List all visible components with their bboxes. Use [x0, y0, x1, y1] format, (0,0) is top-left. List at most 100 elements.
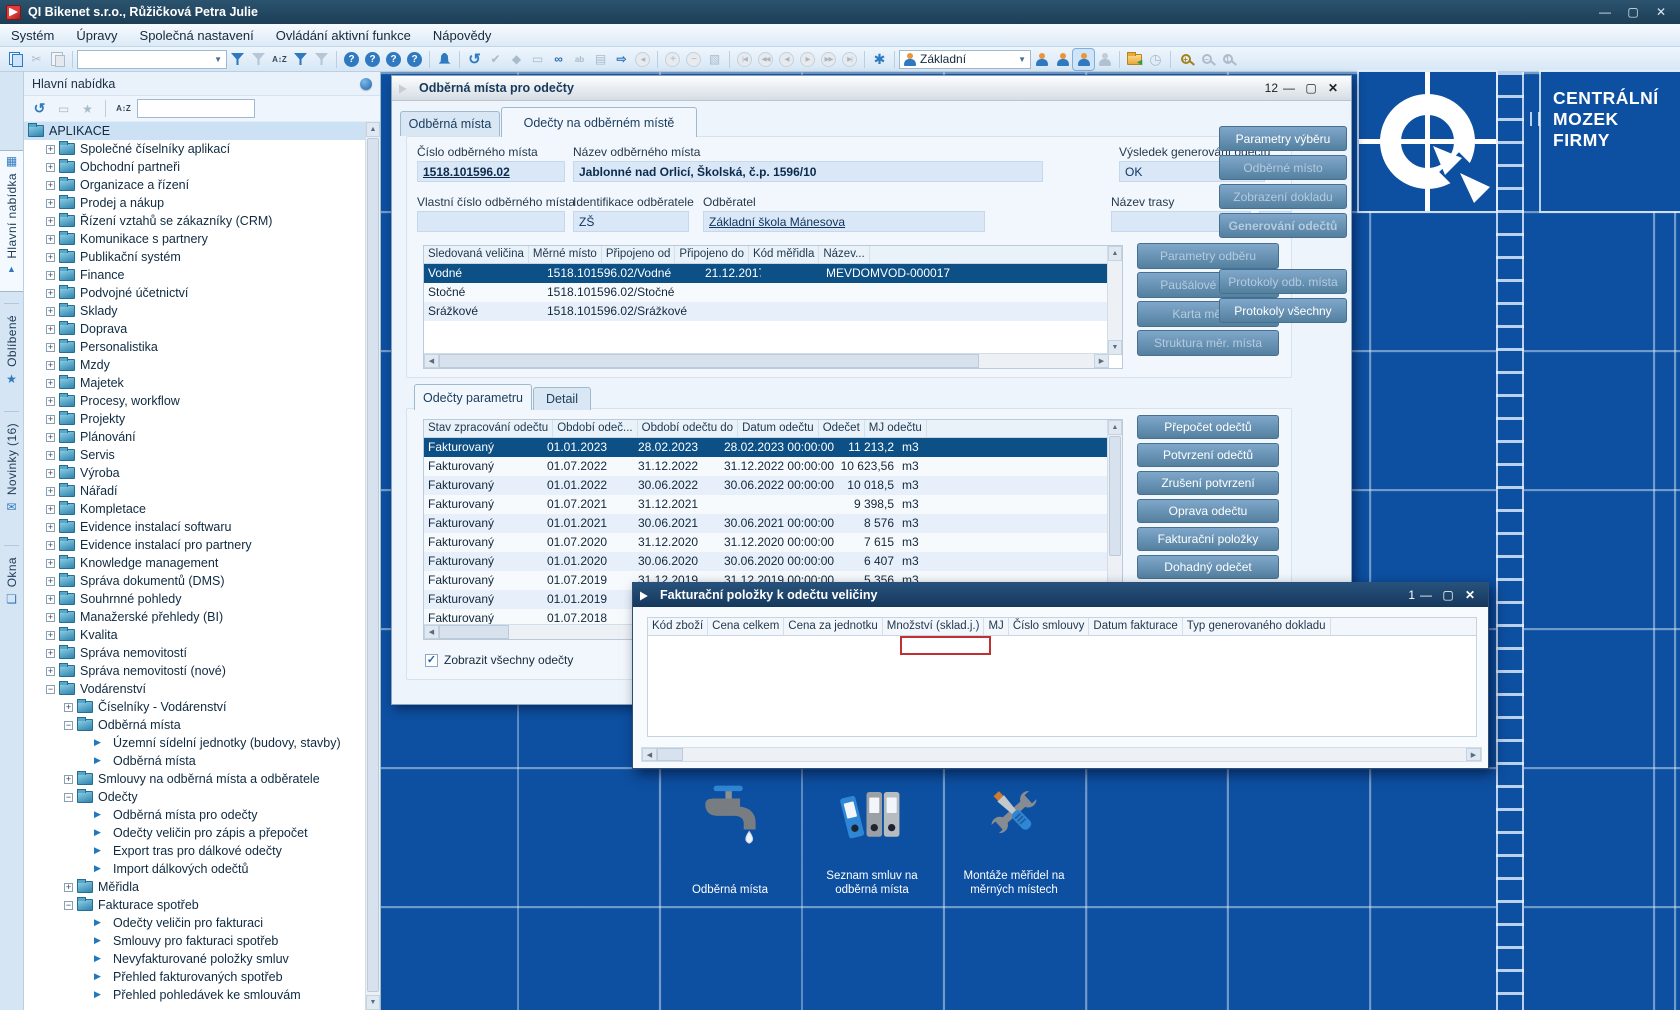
tree-item[interactable]: Podvojné účetnictví	[24, 284, 366, 302]
tree-item[interactable]: Správa dokumentů (DMS)	[24, 572, 366, 590]
button[interactable]: Generování odečtů	[1219, 213, 1347, 238]
zoom-in-icon[interactable]: +	[1175, 49, 1196, 70]
tree-item[interactable]: Majetek	[24, 374, 366, 392]
button[interactable]: Potvrzení odečtů	[1137, 443, 1279, 467]
button[interactable]: Struktura měr. místa	[1137, 330, 1279, 356]
tree-item[interactable]: Knowledge management	[24, 554, 366, 572]
app-minimize-button[interactable]: —	[1592, 5, 1618, 19]
tree-item[interactable]: Odběrná místa	[24, 716, 366, 734]
window-close-button[interactable]: ✕	[1322, 81, 1344, 95]
print-icon[interactable]: ▤	[590, 49, 611, 70]
app-close-button[interactable]: ✕	[1648, 5, 1674, 19]
tree-item[interactable]: Procesy, workflow	[24, 392, 366, 410]
tree-item[interactable]: Export tras pro dálkové odečty	[24, 842, 366, 860]
scroll-up-icon[interactable]: ▲	[1108, 420, 1122, 435]
copy-icon[interactable]	[5, 49, 26, 70]
table-row[interactable]: Fakturovaný01.01.202328.02.2023 28.02.20…	[424, 438, 1107, 457]
tree-toggle-icon[interactable]	[46, 181, 55, 190]
tree-toggle-icon[interactable]	[82, 973, 88, 982]
tree-toggle-icon[interactable]	[64, 901, 73, 910]
user-disabled-icon[interactable]	[1094, 49, 1115, 70]
replace-icon[interactable]: ab	[569, 49, 590, 70]
sidebar-tab-novinky[interactable]: Novinky (16) ✉	[0, 420, 23, 536]
dialog-close-button[interactable]: ✕	[1459, 588, 1481, 602]
scroll-left-icon[interactable]: ◀	[424, 625, 439, 639]
nazev-odberneho-mista-field[interactable]: Jablonné nad Orlicí, Školská, č.p. 1596/…	[573, 161, 1043, 182]
tree-toggle-icon[interactable]	[46, 451, 55, 460]
tree-toggle-icon[interactable]	[46, 505, 55, 514]
table-row[interactable]: Srážkové1518.101596.02/Srážkové	[424, 302, 1107, 321]
menu-item[interactable]: Ovládání aktivní funkce	[265, 25, 422, 46]
tree-toggle-icon[interactable]	[64, 721, 73, 730]
table-row[interactable]: Vodné1518.101596.02/Vodné21.12.2017 MEVD…	[424, 264, 1107, 283]
button[interactable]: Odběrné místo	[1219, 155, 1347, 180]
tree-toggle-icon[interactable]	[82, 829, 88, 838]
user-help-icon[interactable]: ?	[404, 49, 425, 70]
scroll-up-icon[interactable]: ▲	[1108, 246, 1122, 261]
tree-toggle-icon[interactable]	[46, 559, 55, 568]
tree-toggle-icon[interactable]	[64, 883, 73, 892]
column-header[interactable]: Stav zpracování odečtu	[424, 420, 553, 437]
scroll-thumb[interactable]	[657, 748, 683, 761]
tree-toggle-icon[interactable]	[46, 343, 55, 352]
table-row[interactable]: Fakturovaný01.01.202230.06.2022 30.06.20…	[424, 476, 1107, 495]
tree-item[interactable]: Doprava	[24, 320, 366, 338]
tree-toggle-icon[interactable]	[46, 235, 55, 244]
tree-toggle-icon[interactable]	[46, 415, 55, 424]
paste-icon[interactable]	[47, 49, 68, 70]
button[interactable]: Zobrazení dokladu	[1219, 184, 1347, 209]
button[interactable]: Zrušení potvrzení	[1137, 471, 1279, 495]
tree-toggle-icon[interactable]	[46, 325, 55, 334]
table-row[interactable]: Fakturovaný01.07.202231.12.2022 31.12.20…	[424, 457, 1107, 476]
tree-item[interactable]: Finance	[24, 266, 366, 284]
tree-item[interactable]: Projekty	[24, 410, 366, 428]
column-header[interactable]: Množství (sklad.j.)	[883, 618, 985, 635]
tab-odecty-parametru[interactable]: Odečty parametru	[414, 384, 532, 410]
sidebar-tab-oblibene[interactable]: Oblíbené ★	[0, 312, 23, 402]
tree-toggle-icon[interactable]	[82, 919, 88, 928]
tree-item[interactable]: Plánování	[24, 428, 366, 446]
tree-toggle-icon[interactable]	[46, 541, 55, 550]
column-header[interactable]: Měrné místo	[529, 246, 602, 263]
tree-toggle-icon[interactable]	[82, 865, 88, 874]
scroll-right-icon[interactable]: ▶	[1094, 354, 1109, 368]
tree-toggle-icon[interactable]	[46, 289, 55, 298]
tree-toggle-icon[interactable]	[82, 955, 88, 964]
window-titlebar[interactable]: Odběrná místa pro odečty 12 — ▢ ✕	[392, 76, 1351, 101]
tree-item[interactable]: Publikační systém	[24, 248, 366, 266]
tree-filter-input[interactable]	[137, 99, 255, 118]
cislo-odberneho-mista-field[interactable]: 1518.101596.02	[417, 161, 565, 182]
tree-item[interactable]: Nářadí	[24, 482, 366, 500]
tree-item[interactable]: Odečty	[24, 788, 366, 806]
tree-item[interactable]: Mzdy	[24, 356, 366, 374]
notifications-bell-icon[interactable]	[434, 49, 455, 70]
tree-toggle-icon[interactable]	[64, 703, 73, 712]
tree-toggle-icon[interactable]	[82, 991, 88, 1000]
tree-item[interactable]: Servis	[24, 446, 366, 464]
user-card-icon[interactable]	[1052, 49, 1073, 70]
tree-toggle-icon[interactable]	[64, 793, 73, 802]
tree-item[interactable]: Import dálkových odečtů	[24, 860, 366, 878]
add-icon[interactable]: +	[662, 49, 683, 70]
tab-odberna-mista[interactable]: Odběrná místa	[400, 111, 500, 136]
tree-item[interactable]: Obchodní partneři	[24, 158, 366, 176]
sidebar-tab-hlavni-nabidka[interactable]: ▦ Hlavní nabídka ▲	[0, 150, 23, 292]
scroll-thumb[interactable]	[1109, 436, 1121, 556]
show-all-readings-checkbox[interactable]: ✓ Zobrazit všechny odečty	[425, 653, 573, 667]
menu-item[interactable]: Nápovědy	[422, 25, 503, 46]
tree-item[interactable]: Fakturace spotřeb	[24, 896, 366, 914]
tree-window-icon[interactable]: ▭	[53, 98, 74, 119]
quick-filter-combobox[interactable]: ▼	[77, 50, 227, 69]
tree-item[interactable]: Kompletace	[24, 500, 366, 518]
scroll-thumb[interactable]	[439, 625, 509, 639]
tree-toggle-icon[interactable]	[46, 595, 55, 604]
tree-toggle-icon[interactable]	[46, 271, 55, 280]
tree-toggle-icon[interactable]	[46, 685, 55, 694]
nav-next-icon[interactable]: ▶	[797, 49, 818, 70]
remove-icon[interactable]: −	[683, 49, 704, 70]
dialog-hscrollbar[interactable]: ◀ ▶	[641, 747, 1482, 762]
column-header[interactable]: Období odeč...	[553, 420, 637, 437]
tree-scroll-up-icon[interactable]: ▲	[366, 122, 380, 137]
column-header[interactable]: Typ generovaného dokladu	[1183, 618, 1331, 635]
tree-item[interactable]: Odečty veličin pro zápis a přepočet	[24, 824, 366, 842]
